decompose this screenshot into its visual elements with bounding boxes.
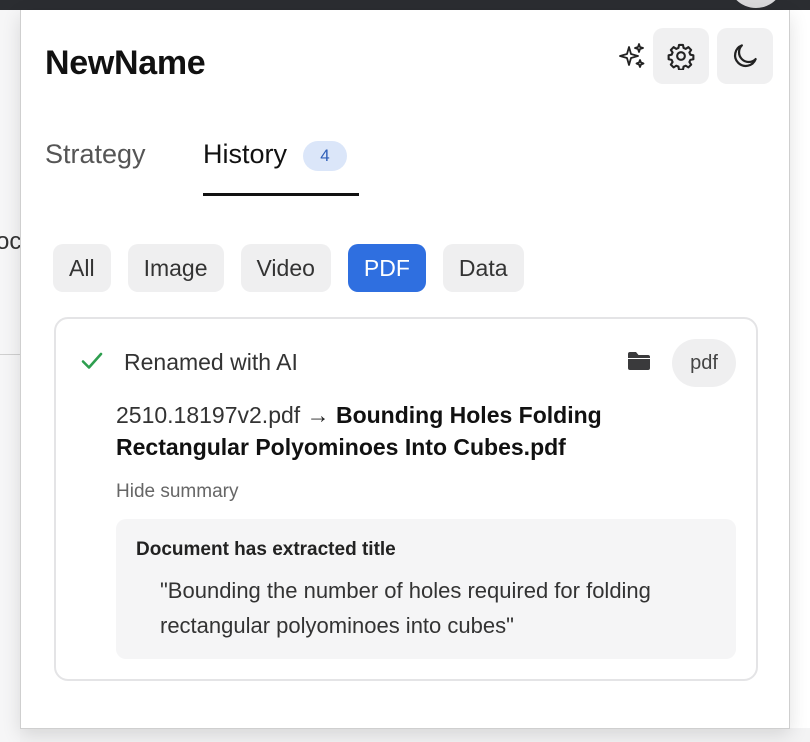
tab-label: Strategy [45, 139, 146, 169]
filter-video[interactable]: Video [240, 244, 331, 292]
extension-popup: NewName Strategy History 4 All Image Vid… [20, 10, 790, 729]
tab-history[interactable]: History 4 [203, 134, 348, 196]
tab-label: History [203, 139, 288, 169]
background-divider [0, 354, 20, 355]
gear-icon [667, 43, 695, 70]
rename-arrow: → [306, 402, 330, 428]
check-icon [81, 352, 103, 369]
folder-icon [628, 352, 650, 370]
filter-pdf[interactable]: PDF [347, 244, 426, 292]
rename-description: 2510.18197v2.pdf → Bounding Holes Foldin… [116, 399, 716, 463]
browser-top-bar [0, 0, 810, 10]
active-tab-indicator [203, 193, 359, 196]
summary-heading: Document has extracted title [136, 539, 396, 560]
moon-icon [733, 44, 757, 68]
settings-button[interactable] [653, 28, 709, 84]
sparkles-icon [619, 43, 645, 68]
background-page [0, 10, 20, 742]
summary-panel: Document has extracted title "Bounding t… [116, 519, 736, 659]
history-count-badge: 4 [303, 141, 348, 171]
filter-data[interactable]: Data [442, 244, 524, 292]
summary-quote: "Bounding the number of holes required f… [160, 578, 651, 638]
background-page-bottom [20, 728, 810, 742]
theme-toggle-button[interactable] [717, 28, 773, 84]
ai-button[interactable] [604, 28, 660, 84]
rename-status-text: Renamed with AI [124, 349, 298, 375]
old-file-name: 2510.18197v2.pdf [116, 402, 301, 428]
tab-strategy[interactable]: Strategy [45, 134, 146, 196]
filter-all[interactable]: All [53, 244, 111, 292]
filter-image[interactable]: Image [127, 244, 224, 292]
background-page-text: oc [0, 228, 22, 255]
history-item-card: Renamed with AI pdf 2510.18197v2.pdf → B… [54, 317, 758, 681]
type-filter-bar: All Image Video PDF Data [53, 244, 524, 292]
hide-summary-link[interactable]: Hide summary [116, 481, 238, 503]
open-folder-button[interactable] [626, 349, 652, 378]
app-title: NewName [45, 44, 206, 82]
file-type-badge: pdf [672, 339, 736, 387]
